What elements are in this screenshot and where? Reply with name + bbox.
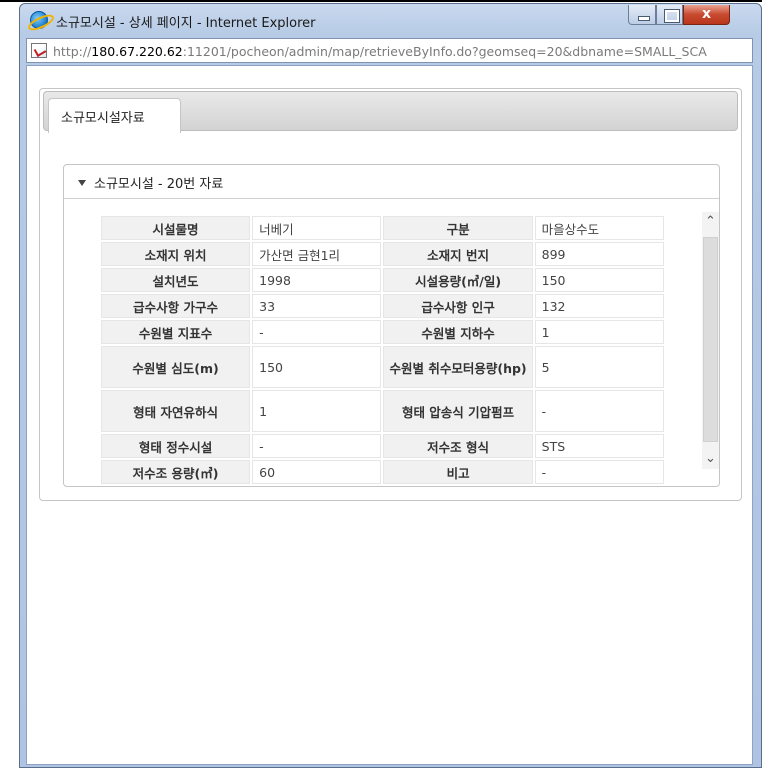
section-title: 소규모시설 - 20번 자료 [94, 177, 224, 192]
table-row: 형태 자연유하식 1 형태 압송식 기압펌프 - [101, 390, 664, 432]
field-label: 비고 [383, 460, 533, 484]
url-path: :11201/pocheon/admin/map/retrieveByInfo.… [182, 44, 707, 59]
table-row: 설치년도 1998 시설용량(㎥/일) 150 [101, 268, 664, 292]
internet-explorer-icon [30, 11, 48, 29]
close-button[interactable]: x [683, 5, 730, 25]
page-icon [31, 43, 47, 58]
field-label: 소재지 위치 [101, 242, 251, 266]
window-title: 소규모시설 - 상세 페이지 - Internet Explorer [56, 16, 316, 31]
field-label: 저수조 형식 [383, 434, 533, 458]
tab-facility-data[interactable]: 소규모시설자료 [48, 98, 181, 133]
field-label: 수원별 취수모터용량(hp) [383, 346, 533, 388]
field-label: 형태 압송식 기압펌프 [383, 390, 533, 432]
scroll-down-icon[interactable]: ⌄ [702, 449, 719, 469]
field-value: 899 [534, 242, 664, 266]
facility-section: 소규모시설 - 20번 자료 시설물명 너베기 구분 마을상수도 소재지 위치 … [63, 164, 720, 487]
field-label: 수원별 심도(m) [101, 346, 251, 388]
field-value: - [534, 460, 664, 484]
table-row: 소재지 위치 가산면 금현1리 소재지 번지 899 [101, 242, 664, 266]
scroll-thumb[interactable] [703, 237, 718, 442]
facility-info-table: 시설물명 너베기 구분 마을상수도 소재지 위치 가산면 금현1리 소재지 번지… [99, 214, 666, 486]
section-header[interactable]: 소규모시설 - 20번 자료 [64, 165, 719, 199]
field-label: 소재지 번지 [383, 242, 533, 266]
title-bar[interactable]: 소규모시설 - 상세 페이지 - Internet Explorer x [20, 4, 761, 37]
field-value: 1 [252, 390, 382, 432]
url-host: 180.67.220.62 [91, 44, 183, 59]
field-value: 마을상수도 [534, 216, 664, 240]
url-prefix: http:// [53, 44, 92, 59]
field-value: 33 [252, 294, 382, 318]
field-label: 형태 자연유하식 [101, 390, 251, 432]
table-row: 급수사항 가구수 33 급수사항 인구 132 [101, 294, 664, 318]
scroll-up-icon[interactable]: ⌃ [702, 212, 719, 232]
field-label: 급수사항 가구수 [101, 294, 251, 318]
vertical-scrollbar[interactable]: ⌃ ⌄ [702, 212, 719, 469]
field-value: 5 [534, 346, 664, 388]
field-value: 132 [534, 294, 664, 318]
tab-panel: 소규모시설자료 소규모시설 - 20번 자료 시설물명 너베기 구분 마을상수도 [39, 88, 742, 501]
screen-top-edge [0, 0, 762, 2]
field-label: 시설물명 [101, 216, 251, 240]
field-value: - [252, 320, 382, 344]
field-label: 형태 정수시설 [101, 434, 251, 458]
field-label: 시설용량(㎥/일) [383, 268, 533, 292]
field-value: - [534, 390, 664, 432]
address-bar[interactable]: http://180.67.220.62:11201/pocheon/admin… [26, 38, 753, 63]
browser-window: 소규모시설 - 상세 페이지 - Internet Explorer x htt… [19, 3, 762, 768]
field-label: 급수사항 인구 [383, 294, 533, 318]
table-row: 저수조 용량(㎥) 60 비고 - [101, 460, 664, 484]
field-value: 1998 [252, 268, 382, 292]
table-row: 수원별 심도(m) 150 수원별 취수모터용량(hp) 5 [101, 346, 664, 388]
maximize-button[interactable] [656, 5, 683, 25]
field-value: 1 [534, 320, 664, 344]
field-label: 구분 [383, 216, 533, 240]
table-row: 형태 정수시설 - 저수조 형식 STS [101, 434, 664, 458]
field-label: 저수조 용량(㎥) [101, 460, 251, 484]
field-value: 150 [252, 346, 382, 388]
field-label: 수원별 지하수 [383, 320, 533, 344]
close-icon: x [701, 6, 712, 22]
tab-bar: 소규모시설자료 [43, 91, 738, 133]
table-row: 시설물명 너베기 구분 마을상수도 [101, 216, 664, 240]
collapse-triangle-icon[interactable] [78, 180, 86, 186]
field-value: 60 [252, 460, 382, 484]
page-content: 소규모시설자료 소규모시설 - 20번 자료 시설물명 너베기 구분 마을상수도 [26, 65, 753, 765]
field-label: 수원별 지표수 [101, 320, 251, 344]
minimize-button[interactable] [628, 5, 656, 25]
field-label: 설치년도 [101, 268, 251, 292]
field-value: 가산면 금현1리 [252, 242, 382, 266]
field-value: 150 [534, 268, 664, 292]
url-text[interactable]: http://180.67.220.62:11201/pocheon/admin… [53, 44, 753, 59]
field-value: 너베기 [252, 216, 382, 240]
field-value: STS [534, 434, 664, 458]
table-row: 수원별 지표수 - 수원별 지하수 1 [101, 320, 664, 344]
field-value: - [252, 434, 382, 458]
